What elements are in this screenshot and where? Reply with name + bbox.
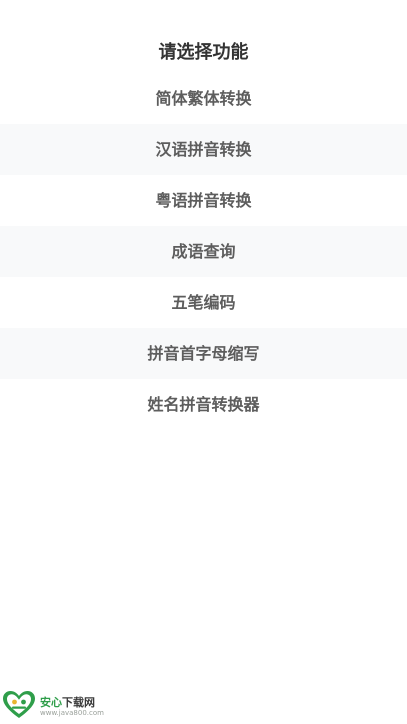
menu-item-cantonese-pinyin[interactable]: 粤语拼音转换	[0, 175, 407, 226]
function-menu: 简体繁体转换 汉语拼音转换 粤语拼音转换 成语查询 五笔编码 拼音首字母缩写 姓…	[0, 73, 407, 430]
watermark-brand-dark: 下载网	[62, 696, 95, 709]
page-title: 请选择功能	[158, 42, 249, 63]
watermark-brand-green: 安心	[40, 696, 62, 709]
menu-item-pinyin-initials[interactable]: 拼音首字母缩写	[0, 328, 407, 379]
watermark-brand: 安心下载网	[40, 694, 95, 710]
site-watermark: 安心下载网 www.java800.com	[2, 690, 112, 720]
watermark-url: www.java800.com	[40, 709, 104, 717]
menu-item-name-pinyin[interactable]: 姓名拼音转换器	[0, 379, 407, 430]
heart-logo-icon	[2, 690, 36, 720]
menu-item-idiom-search[interactable]: 成语查询	[0, 226, 407, 277]
menu-item-wubi-code[interactable]: 五笔编码	[0, 277, 407, 328]
function-select-screen: 请选择功能 简体繁体转换 汉语拼音转换 粤语拼音转换 成语查询 五笔编码 拼音首…	[0, 0, 407, 723]
menu-item-mandarin-pinyin[interactable]: 汉语拼音转换	[0, 124, 407, 175]
menu-item-traditional-simplified[interactable]: 简体繁体转换	[0, 73, 407, 124]
